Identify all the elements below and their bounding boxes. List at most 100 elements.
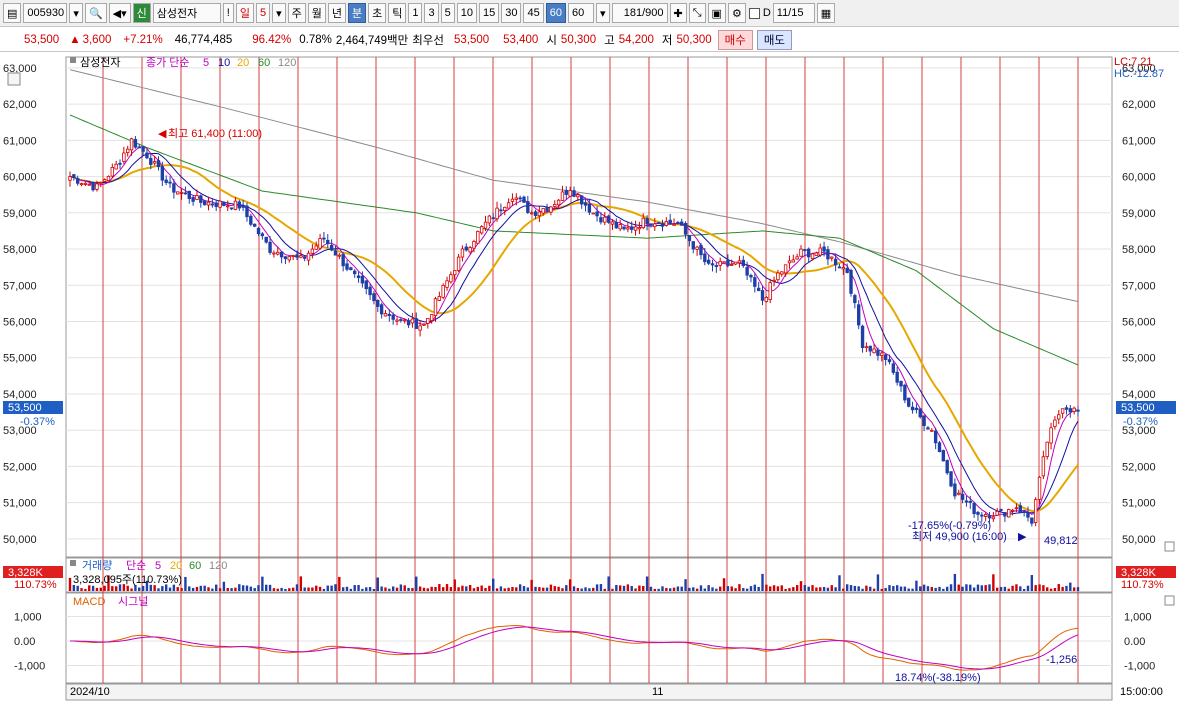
candle-body xyxy=(833,258,838,266)
candle-body xyxy=(202,200,207,206)
volume-bar xyxy=(661,586,664,591)
volume-bar xyxy=(253,588,256,591)
draw-tool-icon[interactable]: ⤡ xyxy=(688,3,706,23)
chart-area[interactable]: 63,000 63,000 62,000 62,000 61,000 61,000 60,0… xyxy=(0,53,1179,701)
price-tick-left: 54,000 xyxy=(3,389,37,401)
candle-body xyxy=(406,320,411,326)
volume-bar xyxy=(692,587,695,591)
price-tick-right: 60,000 xyxy=(1122,172,1156,184)
interval-dropdown-icon[interactable]: ▾ xyxy=(595,3,610,23)
candle-body xyxy=(845,267,849,273)
candle-body xyxy=(837,266,842,269)
candle-body xyxy=(733,261,738,265)
tick-button[interactable]: 틱 xyxy=(388,3,407,23)
candle-body xyxy=(333,250,338,256)
quote-volume: 46,774,485 xyxy=(174,33,233,46)
candle-body xyxy=(279,251,284,258)
save-icon[interactable]: ▣ xyxy=(707,3,726,23)
minute-button[interactable]: 분 xyxy=(347,3,367,23)
interval-15-button[interactable]: 15 xyxy=(478,3,500,23)
volume-bar xyxy=(853,585,857,591)
candle-body xyxy=(91,182,95,191)
volume-bar xyxy=(1011,585,1014,591)
candle-body xyxy=(626,227,630,230)
candle-body xyxy=(964,500,969,503)
candle-body xyxy=(945,460,949,474)
interval-input[interactable]: 60 xyxy=(567,3,594,23)
count-field[interactable]: 181/900 xyxy=(611,3,668,23)
volume-bar xyxy=(245,585,249,591)
date-checkbox[interactable] xyxy=(748,3,761,23)
price-tick-right: 61,000 xyxy=(1122,135,1156,147)
calendar-icon[interactable]: ▦ xyxy=(816,3,836,23)
chart-svg[interactable]: 63,000 63,00062,000 62,00061,000 61,00060,0… xyxy=(0,53,1179,701)
candle-body xyxy=(983,514,988,518)
candle-body xyxy=(387,313,392,316)
interval-3-button[interactable]: 3 xyxy=(424,3,439,23)
candle-body xyxy=(549,206,553,213)
stock-name-field[interactable]: 삼성전자 xyxy=(152,3,221,23)
second-button[interactable]: 초 xyxy=(368,3,387,23)
year-button[interactable]: 년 xyxy=(327,3,346,23)
day-dropdown-icon[interactable]: ▾ xyxy=(272,3,286,23)
panel-toggle-icon[interactable] xyxy=(1164,541,1175,552)
day-count-input[interactable]: 5 xyxy=(255,3,271,23)
volume-bar xyxy=(657,588,660,591)
candle-body xyxy=(849,269,853,294)
macd-end-value: -1,256 xyxy=(1046,654,1077,666)
macd-toggle-icon[interactable] xyxy=(1164,595,1175,606)
gear-icon[interactable]: ⚙ xyxy=(727,3,746,23)
candle-body xyxy=(75,178,80,184)
price-tick-right: 56,000 xyxy=(1122,316,1156,328)
candle-body xyxy=(72,174,76,178)
volume-bar xyxy=(1026,585,1030,591)
panel-menu-icon[interactable] xyxy=(7,72,21,86)
candle-body xyxy=(437,296,442,301)
date-input[interactable]: 11/15 xyxy=(772,3,815,23)
sound-icon[interactable]: ◀▾ xyxy=(108,3,131,23)
interval-30-button[interactable]: 30 xyxy=(501,3,522,23)
volume-bar xyxy=(307,587,310,591)
interval-45-button[interactable]: 45 xyxy=(523,3,544,23)
candle-body xyxy=(322,237,326,240)
volume-bar xyxy=(368,587,372,591)
volume-bar xyxy=(880,588,883,591)
interval-5-button[interactable]: 5 xyxy=(440,3,455,23)
info-button[interactable]: ! xyxy=(222,3,234,23)
volume-bar xyxy=(842,588,845,591)
candle-body xyxy=(445,280,449,288)
low-arrow-icon: ▶ xyxy=(1018,531,1027,543)
month-button[interactable]: 월 xyxy=(307,3,326,23)
volume-bar xyxy=(949,584,953,591)
code-dropdown-icon[interactable]: ▾ xyxy=(69,3,83,23)
macd-label: MACD xyxy=(73,596,105,608)
volume-bar xyxy=(265,584,268,591)
search-icon[interactable]: 🔍 xyxy=(84,3,107,23)
volume-bar xyxy=(1030,575,1034,591)
volume-bar xyxy=(1022,588,1026,591)
interval-1-button[interactable]: 1 xyxy=(408,3,423,23)
week-button[interactable]: 주 xyxy=(287,3,306,23)
stock-code-input[interactable]: 005930 xyxy=(23,3,68,23)
crosshair-icon[interactable]: ✚ xyxy=(669,3,687,23)
volume-bar xyxy=(815,587,818,591)
candle-body xyxy=(545,206,549,212)
buy-button[interactable]: 매수 xyxy=(717,29,753,50)
candle-body xyxy=(868,345,872,352)
volume-bar xyxy=(341,587,345,591)
volume-bar xyxy=(126,585,129,591)
candle-body xyxy=(506,202,511,209)
candle-body xyxy=(191,197,195,202)
volume-bar xyxy=(649,586,653,591)
macd-tick-left: 0.00 xyxy=(14,636,35,648)
interval-10-button[interactable]: 10 xyxy=(456,3,477,23)
sell-button[interactable]: 매도 xyxy=(756,29,793,50)
candle-body xyxy=(364,280,368,290)
period-day-button[interactable]: 일 xyxy=(235,3,254,23)
candle-body xyxy=(491,217,495,220)
candle-body xyxy=(414,318,418,329)
chart-type-icon[interactable]: ▤ xyxy=(3,3,22,23)
candle-body xyxy=(252,223,257,227)
candle-body xyxy=(1022,510,1026,513)
interval-60-button[interactable]: 60 xyxy=(545,3,566,23)
